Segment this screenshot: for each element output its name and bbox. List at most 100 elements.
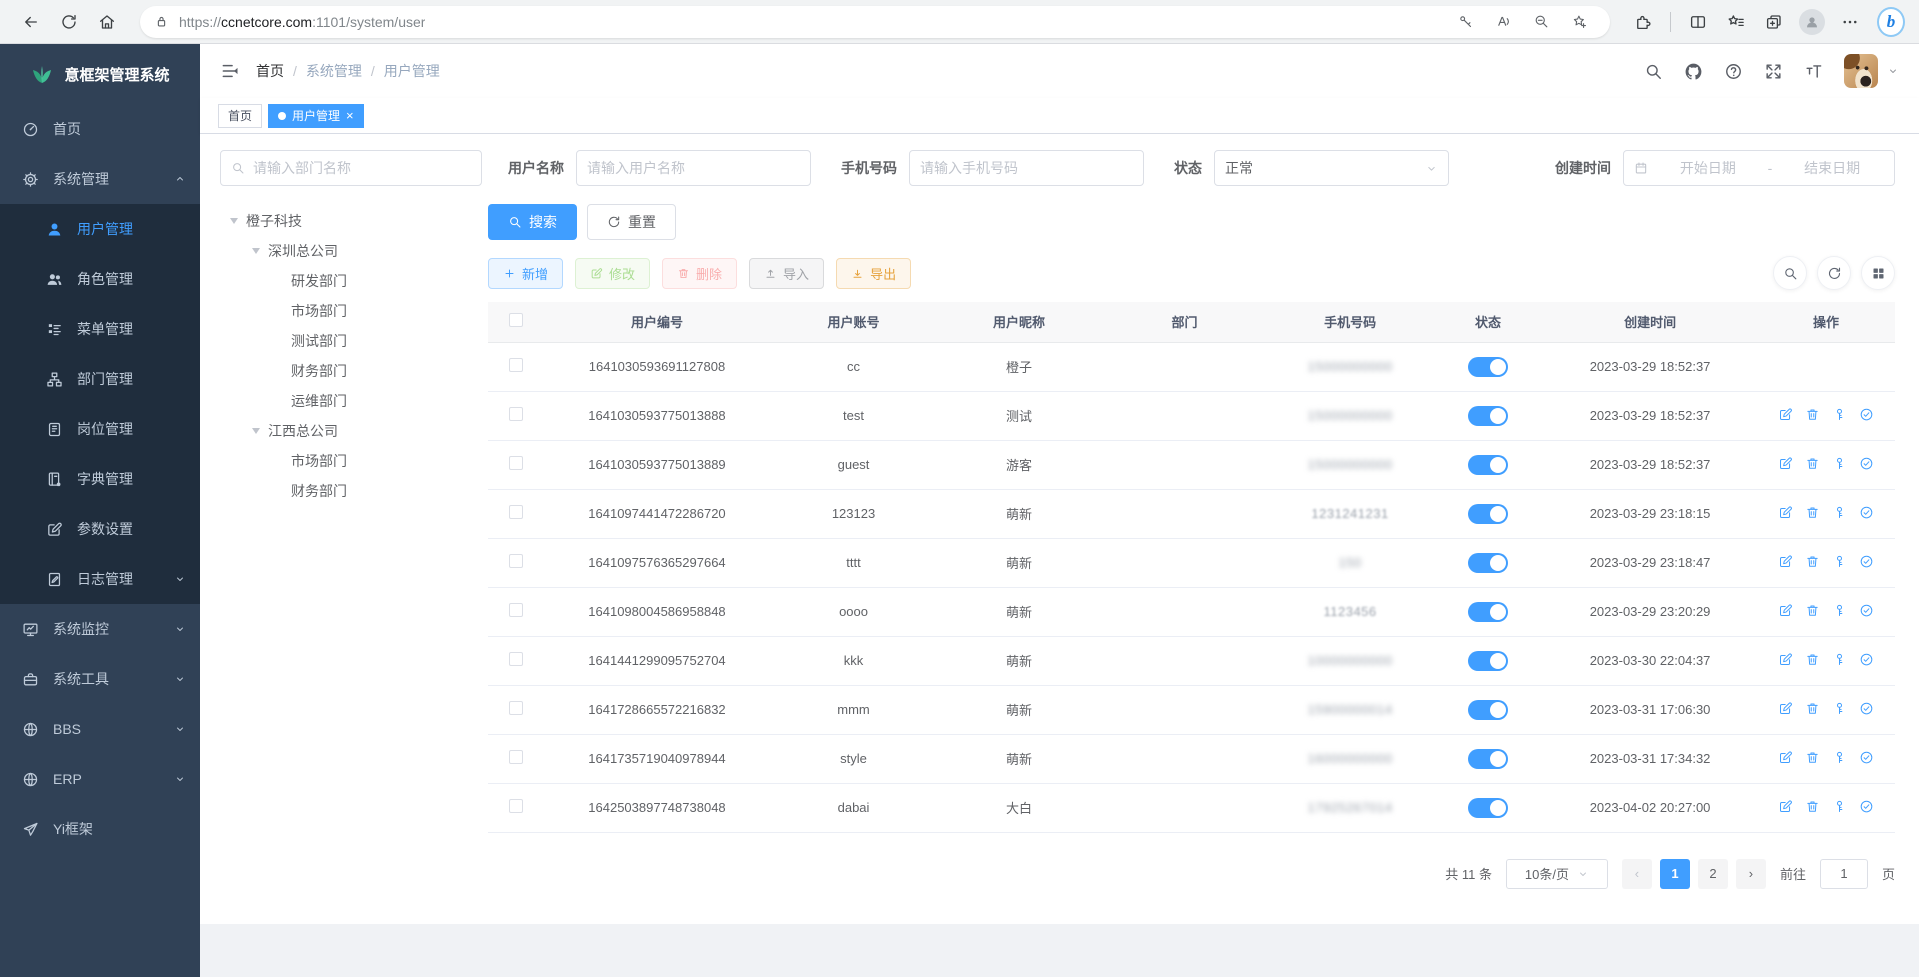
- reset-password-button[interactable]: [1832, 799, 1847, 814]
- page-button-2[interactable]: 2: [1698, 859, 1728, 889]
- status-select[interactable]: 正常: [1214, 150, 1449, 186]
- sidebar-item-dept[interactable]: 部门管理: [0, 354, 200, 404]
- delete-row-button[interactable]: [1805, 652, 1820, 667]
- user-avatar[interactable]: [1844, 54, 1878, 88]
- assign-role-button[interactable]: [1859, 799, 1874, 814]
- tab-home[interactable]: 首页: [218, 104, 262, 128]
- tree-node[interactable]: 财务部门: [220, 356, 488, 386]
- row-checkbox[interactable]: [509, 603, 523, 617]
- phone-field[interactable]: [909, 150, 1144, 186]
- reset-password-button[interactable]: [1832, 750, 1847, 765]
- copilot-button[interactable]: b: [1871, 5, 1905, 39]
- reset-password-button[interactable]: [1832, 407, 1847, 422]
- username-field[interactable]: [576, 150, 811, 186]
- read-aloud-button[interactable]: [1486, 5, 1520, 39]
- extensions-button[interactable]: [1626, 5, 1660, 39]
- status-toggle[interactable]: [1468, 749, 1508, 769]
- sidebar-item-menu[interactable]: 菜单管理: [0, 304, 200, 354]
- tree-node[interactable]: 研发部门: [220, 266, 488, 296]
- reset-password-button[interactable]: [1832, 652, 1847, 667]
- reset-password-button[interactable]: [1832, 554, 1847, 569]
- delete-row-button[interactable]: [1805, 456, 1820, 471]
- modify-button[interactable]: 修改: [575, 258, 650, 289]
- add-button[interactable]: 新增: [488, 258, 563, 289]
- sidebar-item-yiframe[interactable]: Yi框架: [0, 804, 200, 854]
- delete-row-button[interactable]: [1805, 799, 1820, 814]
- goto-page-input[interactable]: [1820, 859, 1868, 889]
- dept-search-input[interactable]: [253, 160, 471, 176]
- dept-search-field[interactable]: [220, 150, 482, 186]
- sidebar-item-erp[interactable]: ERP: [0, 754, 200, 804]
- delete-row-button[interactable]: [1805, 603, 1820, 618]
- next-page-button[interactable]: ›: [1736, 859, 1766, 889]
- font-size-button[interactable]: [1804, 62, 1823, 81]
- browser-home-button[interactable]: [90, 5, 124, 39]
- toolbar-columns-button[interactable]: [1861, 256, 1895, 290]
- sidebar-item-monitor[interactable]: 系统监控: [0, 604, 200, 654]
- browser-menu-button[interactable]: [1833, 5, 1867, 39]
- address-bar[interactable]: https://ccnetcore.com:1101/system/user: [140, 6, 1610, 38]
- assign-role-button[interactable]: [1859, 505, 1874, 520]
- toolbar-refresh-button[interactable]: [1817, 256, 1851, 290]
- tree-node[interactable]: 橙子科技: [220, 206, 488, 236]
- edit-button[interactable]: [1778, 750, 1793, 765]
- sidebar-item-system[interactable]: 系统管理: [0, 154, 200, 204]
- tree-node[interactable]: 运维部门: [220, 386, 488, 416]
- phone-input[interactable]: [920, 160, 1133, 176]
- split-screen-button[interactable]: [1681, 5, 1715, 39]
- page-button-1[interactable]: 1: [1660, 859, 1690, 889]
- reset-button[interactable]: 重置: [587, 204, 676, 240]
- delete-row-button[interactable]: [1805, 701, 1820, 716]
- password-button[interactable]: [1448, 5, 1482, 39]
- tree-node[interactable]: 江西总公司: [220, 416, 488, 446]
- edit-button[interactable]: [1778, 603, 1793, 618]
- edit-button[interactable]: [1778, 407, 1793, 422]
- status-toggle[interactable]: [1468, 700, 1508, 720]
- browser-refresh-button[interactable]: [52, 5, 86, 39]
- export-button[interactable]: 导出: [836, 258, 911, 289]
- edit-button[interactable]: [1778, 701, 1793, 716]
- sidebar-item-role[interactable]: 角色管理: [0, 254, 200, 304]
- page-size-select[interactable]: 10条/页: [1506, 859, 1608, 889]
- caret-down-icon[interactable]: [252, 248, 260, 254]
- status-toggle[interactable]: [1468, 455, 1508, 475]
- tab-user-management[interactable]: 用户管理 ×: [268, 104, 364, 128]
- assign-role-button[interactable]: [1859, 652, 1874, 667]
- assign-role-button[interactable]: [1859, 554, 1874, 569]
- select-all-checkbox[interactable]: [509, 313, 523, 327]
- sidebar-item-home[interactable]: 首页: [0, 104, 200, 154]
- header-search-button[interactable]: [1644, 62, 1663, 81]
- row-checkbox[interactable]: [509, 456, 523, 470]
- tree-node[interactable]: 市场部门: [220, 446, 488, 476]
- status-toggle[interactable]: [1468, 651, 1508, 671]
- edit-button[interactable]: [1778, 652, 1793, 667]
- reset-password-button[interactable]: [1832, 603, 1847, 618]
- browser-back-button[interactable]: [14, 5, 48, 39]
- status-toggle[interactable]: [1468, 553, 1508, 573]
- sidebar-item-user[interactable]: 用户管理: [0, 204, 200, 254]
- fullscreen-button[interactable]: [1764, 62, 1783, 81]
- add-favorite-button[interactable]: [1562, 5, 1596, 39]
- assign-role-button[interactable]: [1859, 701, 1874, 716]
- status-toggle[interactable]: [1468, 504, 1508, 524]
- zoom-out-button[interactable]: [1524, 5, 1558, 39]
- row-checkbox[interactable]: [509, 554, 523, 568]
- breadcrumb-system[interactable]: 系统管理: [306, 61, 362, 81]
- row-checkbox[interactable]: [509, 407, 523, 421]
- assign-role-button[interactable]: [1859, 456, 1874, 471]
- tree-node[interactable]: 测试部门: [220, 326, 488, 356]
- status-toggle[interactable]: [1468, 357, 1508, 377]
- row-checkbox[interactable]: [509, 505, 523, 519]
- reset-password-button[interactable]: [1832, 505, 1847, 520]
- username-input[interactable]: [587, 160, 800, 176]
- reset-password-button[interactable]: [1832, 456, 1847, 471]
- sidebar-item-param[interactable]: 参数设置: [0, 504, 200, 554]
- delete-button[interactable]: 删除: [662, 258, 737, 289]
- prev-page-button[interactable]: ‹: [1622, 859, 1652, 889]
- status-toggle[interactable]: [1468, 798, 1508, 818]
- help-button[interactable]: [1724, 62, 1743, 81]
- delete-row-button[interactable]: [1805, 505, 1820, 520]
- sidebar-item-log[interactable]: 日志管理: [0, 554, 200, 604]
- tree-node[interactable]: 深圳总公司: [220, 236, 488, 266]
- search-button[interactable]: 搜索: [488, 204, 577, 240]
